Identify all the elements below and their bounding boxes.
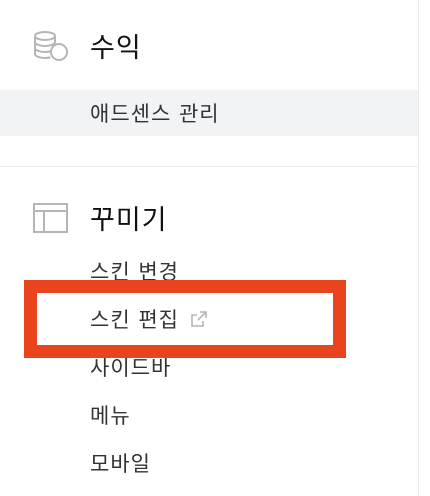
layout-icon	[32, 201, 70, 235]
menu-item-skin-change[interactable]: 스킨 변경	[0, 248, 418, 294]
section-header-revenue[interactable]: 수익	[32, 26, 142, 65]
sidebar-right-border	[418, 0, 419, 496]
menu-item-label: 모바일	[90, 452, 151, 476]
coins-icon	[32, 29, 70, 63]
menu-item-label: 스킨 변경	[90, 260, 179, 284]
admin-sidebar: 수익 애드센스 관리 꾸미기 스킨 변경 스킨 편집 사이드바 메뉴 모바일	[0, 0, 430, 496]
menu-item-menu[interactable]: 메뉴	[0, 392, 418, 438]
section-title-decorate: 꾸미기	[90, 205, 168, 236]
section-header-decorate[interactable]: 꾸미기	[32, 198, 168, 237]
menu-item-sidebar[interactable]: 사이드바	[0, 344, 418, 390]
menu-item-label: 애드센스 관리	[90, 102, 220, 126]
menu-item-adsense[interactable]: 애드센스 관리	[0, 90, 418, 136]
menu-item-label: 스킨 편집	[90, 308, 179, 332]
section-title-revenue: 수익	[90, 33, 142, 64]
menu-item-mobile[interactable]: 모바일	[0, 440, 418, 486]
section-divider	[0, 166, 418, 167]
menu-item-skin-edit[interactable]: 스킨 편집	[0, 296, 418, 342]
menu-item-label: 메뉴	[90, 404, 131, 428]
menu-item-label: 사이드바	[90, 356, 172, 380]
external-link-icon	[189, 309, 209, 329]
